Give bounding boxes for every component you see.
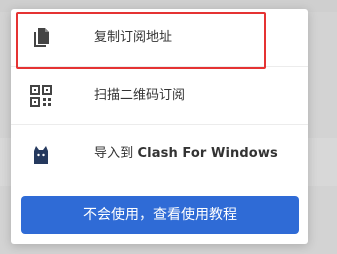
- clash-app-name: Clash For Windows: [137, 146, 278, 161]
- qr-code-icon: [29, 84, 53, 108]
- import-to-clash-item[interactable]: 导入到 Clash For Windows: [11, 125, 308, 183]
- subscription-menu: 复制订阅地址 扫描二维码订阅 导入到 Clash For Windows 不会使…: [11, 9, 308, 244]
- import-to-clash-label: 导入到 Clash For Windows: [94, 125, 278, 183]
- scan-qr-subscribe-item[interactable]: 扫描二维码订阅: [11, 67, 308, 125]
- copy-subscription-url-label: 复制订阅地址: [94, 30, 173, 45]
- copy-icon: [29, 26, 53, 50]
- copy-subscription-url-item[interactable]: 复制订阅地址: [11, 9, 308, 67]
- import-to-prefix: 导入到: [94, 146, 138, 161]
- clash-cat-icon: [29, 142, 53, 166]
- scan-qr-subscribe-label: 扫描二维码订阅: [94, 88, 186, 103]
- view-tutorial-button[interactable]: 不会使用，查看使用教程: [21, 196, 299, 234]
